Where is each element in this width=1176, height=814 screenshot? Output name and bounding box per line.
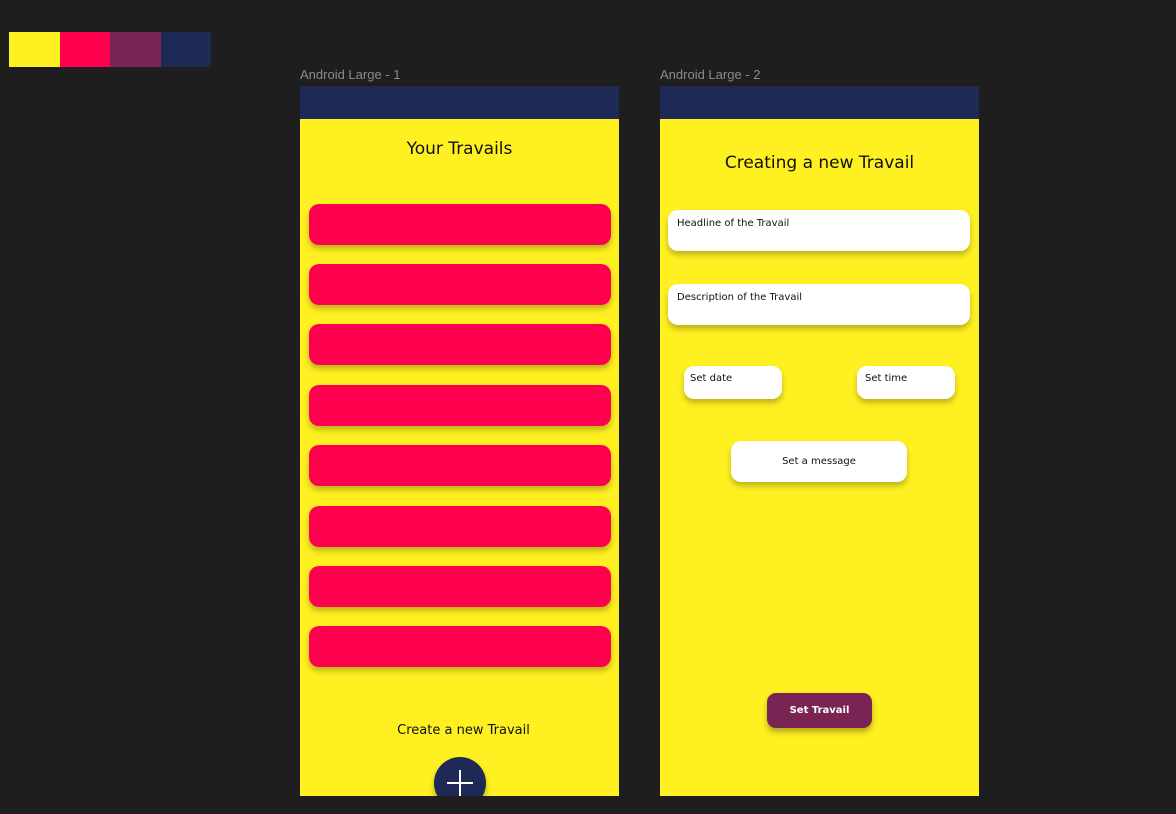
travail-list-item[interactable] [309,445,611,486]
add-travail-button[interactable] [434,757,486,796]
travail-list-item[interactable] [309,385,611,426]
screen-canvas: Creating a new Travail Headline of the T… [660,119,979,796]
set-time-label: Set time [865,373,908,384]
headline-placeholder: Headline of the Travail [677,218,790,229]
frame-label-1: Android Large - 1 [300,67,401,82]
frame-android-large-2: Creating a new Travail Headline of the T… [660,86,979,796]
page-title: Creating a new Travail [724,153,915,173]
travail-list-item[interactable] [309,324,611,365]
swatch-navy [160,32,211,67]
travail-list-item[interactable] [309,204,611,245]
frame-android-large-1: Your Travails Create a new Travail [300,86,619,796]
set-date-button[interactable]: Set date [684,366,782,399]
swatch-plum [110,32,161,67]
color-palette [9,32,211,67]
description-field[interactable]: Description of the Travail [668,284,970,325]
travail-list-item[interactable] [309,506,611,547]
page-title: Your Travails [406,139,513,159]
swatch-red [59,32,110,67]
swatch-yellow [9,32,60,67]
set-travail-button[interactable]: Set Travail [767,693,872,728]
set-date-label: Set date [690,373,733,384]
description-placeholder: Description of the Travail [677,292,803,303]
plus-icon [447,770,473,796]
travail-list-item[interactable] [309,264,611,305]
travail-list-item[interactable] [309,566,611,607]
set-message-label: Set a message [782,456,856,467]
frame-label-2: Android Large - 2 [660,67,761,82]
create-travail-label: Create a new Travail [397,723,530,738]
status-bar [660,86,979,119]
status-bar [300,86,619,119]
set-message-button[interactable]: Set a message [731,441,907,482]
travail-list-item[interactable] [309,626,611,667]
set-time-button[interactable]: Set time [857,366,955,399]
screen-canvas: Your Travails Create a new Travail [300,119,619,796]
headline-field[interactable]: Headline of the Travail [668,210,970,251]
